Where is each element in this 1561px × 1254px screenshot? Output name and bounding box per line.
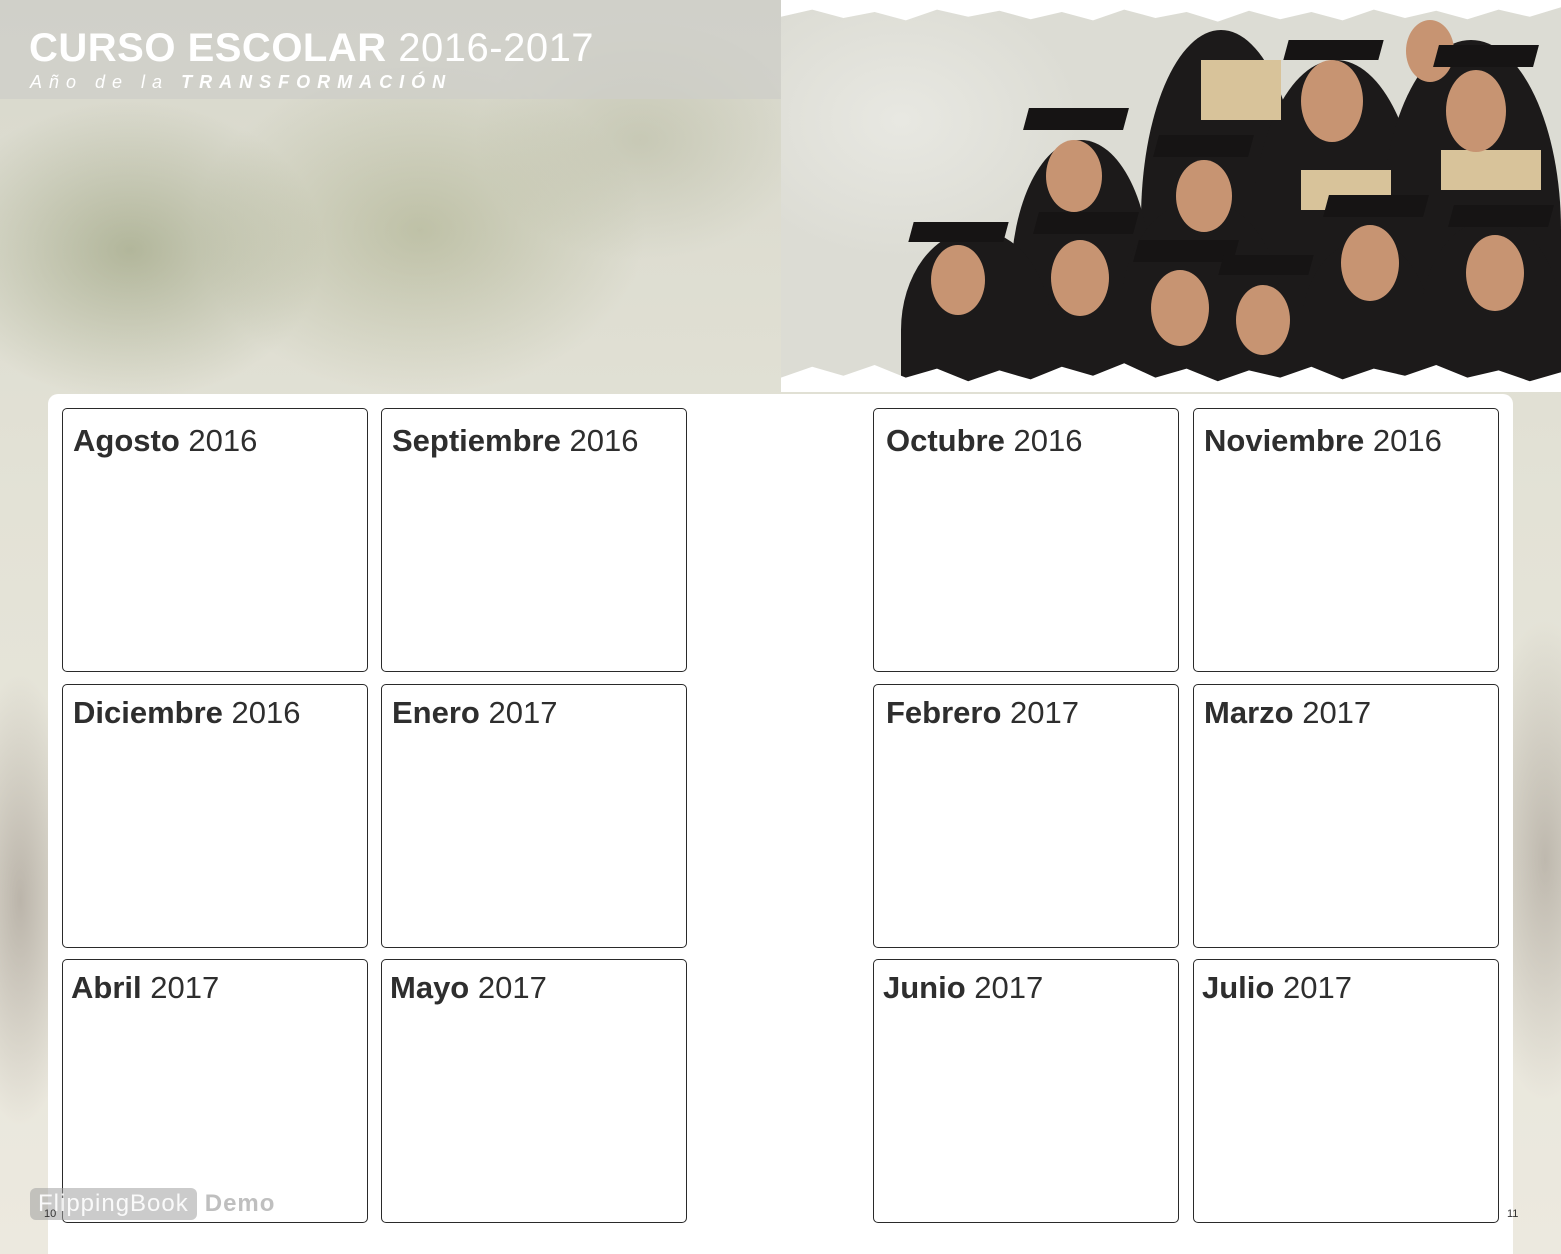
page-subtitle: Año de la TRANSFORMACIÓN bbox=[30, 72, 452, 93]
month-year: 2017 bbox=[488, 695, 558, 730]
flippingbook-watermark: FlippingBook Demo bbox=[30, 1184, 275, 1224]
month-name: Febrero bbox=[886, 695, 1002, 730]
month-year: 2017 bbox=[150, 970, 220, 1005]
month-name: Septiembre bbox=[392, 423, 561, 458]
watermark-demo: Demo bbox=[204, 1190, 276, 1217]
month-label: Abril 2017 bbox=[71, 970, 219, 1006]
month-year: 2016 bbox=[1372, 423, 1442, 458]
month-year: 2017 bbox=[1282, 970, 1352, 1005]
month-year: 2017 bbox=[1010, 695, 1080, 730]
month-label: Marzo 2017 bbox=[1204, 695, 1371, 731]
month-name: Octubre bbox=[886, 423, 1005, 458]
month-label: Agosto 2016 bbox=[73, 423, 257, 459]
month-label: Diciembre 2016 bbox=[73, 695, 301, 731]
month-label: Octubre 2016 bbox=[886, 423, 1082, 459]
month-box-octubre: Octubre 2016 bbox=[873, 408, 1179, 672]
month-box-junio: Junio 2017 bbox=[873, 959, 1179, 1223]
month-label: Julio 2017 bbox=[1202, 970, 1352, 1006]
month-name: Diciembre bbox=[73, 695, 223, 730]
month-year: 2016 bbox=[188, 423, 258, 458]
month-box-enero: Enero 2017 bbox=[381, 684, 687, 948]
month-box-marzo: Marzo 2017 bbox=[1193, 684, 1499, 948]
month-label: Febrero 2017 bbox=[886, 695, 1079, 731]
graduates-photo bbox=[781, 0, 1561, 392]
page-number-right: 11 bbox=[1507, 1208, 1519, 1220]
month-name: Enero bbox=[392, 695, 480, 730]
header-band: CURSO ESCOLAR 2016-2017 Año de la TRANSF… bbox=[0, 0, 781, 99]
month-box-mayo: Mayo 2017 bbox=[381, 959, 687, 1223]
month-box-julio: Julio 2017 bbox=[1193, 959, 1499, 1223]
month-name: Mayo bbox=[390, 970, 470, 1005]
month-name: Agosto bbox=[73, 423, 180, 458]
title-years: 2016-2017 bbox=[398, 26, 595, 70]
month-box-agosto: Agosto 2016 bbox=[62, 408, 368, 672]
month-box-febrero: Febrero 2017 bbox=[873, 684, 1179, 948]
month-box-noviembre: Noviembre 2016 bbox=[1193, 408, 1499, 672]
month-name: Julio bbox=[1202, 970, 1275, 1005]
month-box-diciembre: Diciembre 2016 bbox=[62, 684, 368, 948]
page-title: CURSO ESCOLAR 2016-2017 bbox=[29, 26, 594, 70]
month-year: 2016 bbox=[231, 695, 301, 730]
month-label: Enero 2017 bbox=[392, 695, 557, 731]
subtitle-emphasis: TRANSFORMACIÓN bbox=[181, 72, 453, 92]
month-year: 2016 bbox=[1013, 423, 1083, 458]
month-name: Noviembre bbox=[1204, 423, 1365, 458]
month-label: Septiembre 2016 bbox=[392, 423, 638, 459]
subtitle-lead: Año de la bbox=[30, 72, 170, 92]
torn-edge-top bbox=[781, 0, 1561, 22]
month-box-septiembre: Septiembre 2016 bbox=[381, 408, 687, 672]
page-number-left: 10 bbox=[44, 1208, 57, 1220]
month-year: 2017 bbox=[1302, 695, 1372, 730]
month-year: 2017 bbox=[974, 970, 1044, 1005]
month-label: Noviembre 2016 bbox=[1204, 423, 1442, 459]
month-label: Junio 2017 bbox=[883, 970, 1043, 1006]
month-year: 2017 bbox=[477, 970, 547, 1005]
month-name: Junio bbox=[883, 970, 966, 1005]
title-main: CURSO ESCOLAR bbox=[29, 26, 387, 70]
month-name: Abril bbox=[71, 970, 142, 1005]
month-year: 2016 bbox=[569, 423, 639, 458]
month-name: Marzo bbox=[1204, 695, 1294, 730]
month-label: Mayo 2017 bbox=[390, 970, 547, 1006]
